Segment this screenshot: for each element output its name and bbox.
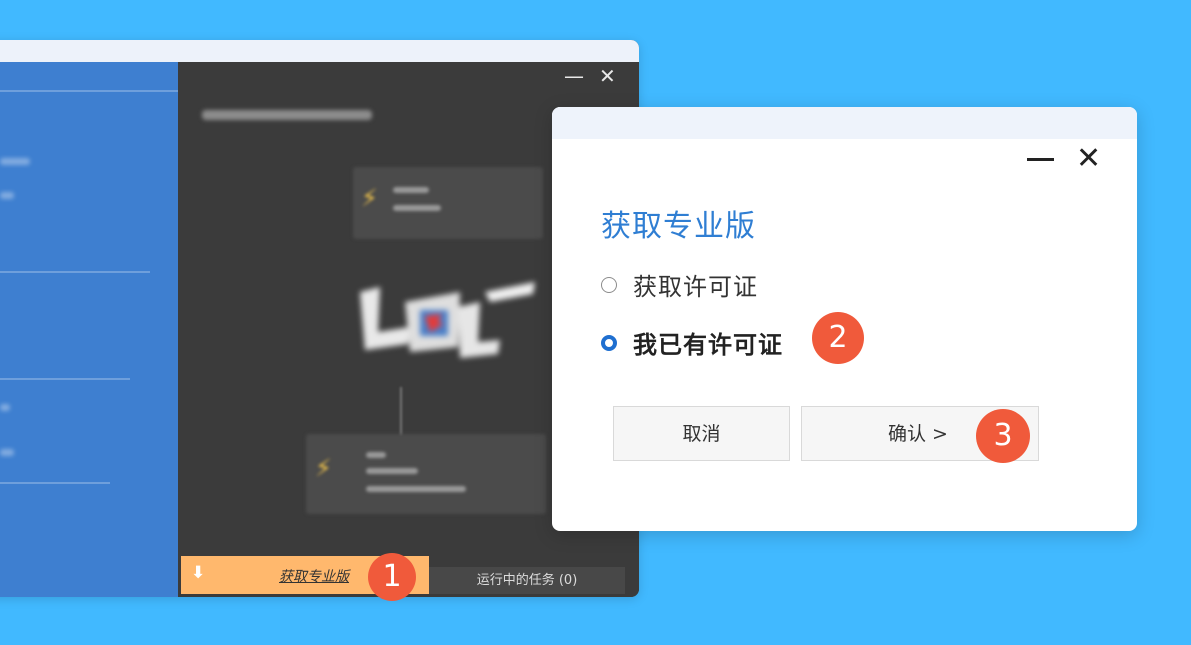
app-window: — ✕ ⚡ ⚡ ⬇ 获取专业版 运行中的任务 (0) [0, 40, 639, 597]
app-close-icon[interactable]: ✕ [599, 66, 616, 86]
blurred-card-1 [353, 167, 543, 239]
app-titlebar [0, 40, 639, 62]
step-badge-2: 2 [812, 312, 864, 364]
radio-selected[interactable] [601, 334, 617, 351]
app-sidebar [0, 62, 178, 597]
step-badge-1: 1 [368, 553, 416, 601]
running-tasks-button[interactable]: 运行中的任务 (0) [429, 567, 625, 594]
cancel-button[interactable]: 取消 [613, 406, 790, 461]
step-badge-3: 3 [976, 409, 1030, 463]
dialog-titlebar [552, 107, 1137, 139]
dialog-minimize-icon[interactable] [1027, 158, 1054, 161]
option-label: 获取许可证 [633, 273, 758, 301]
option-have-license[interactable]: 我已有许可证 [601, 325, 783, 360]
option-get-license[interactable]: 获取许可证 [601, 267, 758, 302]
bolt-icon-2: ⚡ [315, 454, 332, 482]
radio-unselected[interactable] [601, 276, 617, 293]
dialog-title: 获取专业版 [601, 209, 756, 244]
blurred-logo [360, 282, 535, 358]
get-pro-link[interactable]: 获取专业版 [279, 566, 349, 586]
dialog-close-icon[interactable]: ✕ [1076, 144, 1101, 174]
option-label: 我已有许可证 [633, 330, 783, 359]
download-icon: ⬇ [191, 563, 206, 583]
bolt-icon: ⚡ [361, 184, 378, 212]
blurred-heading [202, 110, 372, 120]
blurred-card-2 [306, 434, 546, 514]
app-minimize-icon[interactable]: — [564, 66, 584, 86]
